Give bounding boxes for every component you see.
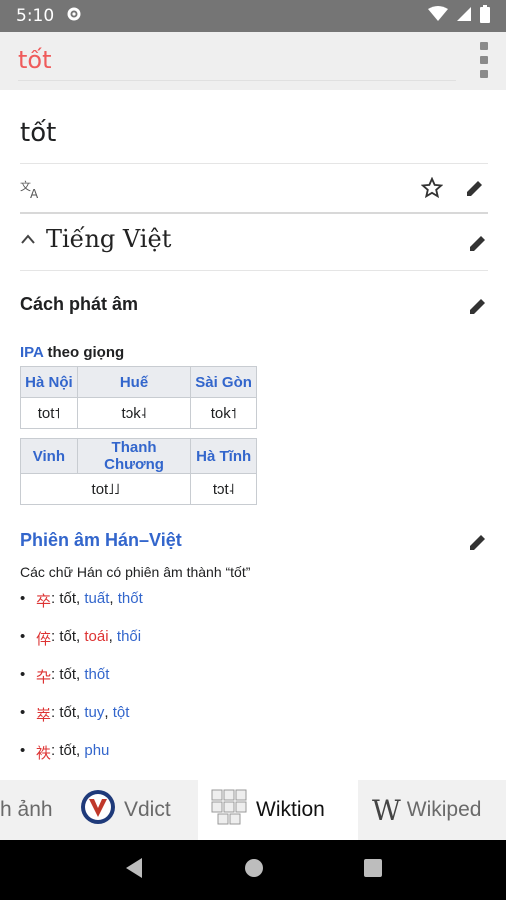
reading-text: : tốt, xyxy=(51,666,85,683)
table-header[interactable]: Huế xyxy=(76,366,192,398)
table-cell: tɔk˨ xyxy=(76,397,192,429)
recents-icon[interactable] xyxy=(364,858,382,882)
wifi-icon xyxy=(428,5,448,27)
reading-link[interactable]: tuy xyxy=(84,704,104,721)
han-character-link[interactable]: 崒 xyxy=(36,704,51,725)
search-bar: tốt xyxy=(0,32,506,90)
tab-vdict[interactable]: Vdict xyxy=(72,780,198,840)
edit-icon[interactable] xyxy=(468,532,488,557)
reading-link[interactable]: thối xyxy=(117,628,141,645)
divider xyxy=(20,212,488,214)
reading-link[interactable]: phu xyxy=(84,742,109,759)
table-header[interactable]: Hà Nội xyxy=(20,366,78,398)
edit-icon[interactable] xyxy=(468,233,488,258)
han-viet-description: Các chữ Hán có phiên âm thành “tốt” xyxy=(20,564,251,580)
edit-icon[interactable] xyxy=(465,178,485,203)
star-icon[interactable] xyxy=(420,176,444,204)
han-viet-heading[interactable]: Phiên âm Hán–Việt xyxy=(20,530,182,551)
table-cell: tot˦ xyxy=(20,397,78,429)
han-character-link[interactable]: 倅 xyxy=(36,628,51,649)
status-bar: 5:10 xyxy=(0,0,506,32)
list-item: • 卆: tốt, thốt xyxy=(20,666,460,704)
bullet: • xyxy=(20,628,26,645)
reading-link[interactable]: tột xyxy=(113,704,130,721)
reading-text: : tốt, xyxy=(51,742,85,759)
reading-text: : tốt, xyxy=(51,590,85,607)
list-item: • 卒: tốt, tuất, thốt xyxy=(20,590,460,628)
ipa-heading-suffix: theo giọng xyxy=(43,344,125,361)
bullet: • xyxy=(20,704,26,721)
home-icon[interactable] xyxy=(244,858,264,883)
chevron-up-icon[interactable] xyxy=(20,228,36,251)
back-icon[interactable] xyxy=(124,857,144,884)
divider xyxy=(20,270,488,271)
separator: , xyxy=(104,704,113,721)
search-input[interactable]: tốt xyxy=(18,46,52,74)
bullet: • xyxy=(20,590,26,607)
wikipedia-logo-icon: W xyxy=(372,793,401,827)
edit-icon[interactable] xyxy=(468,296,488,321)
article-content: tốt 文A Tiếng Việt Cách phát âm IPA theo … xyxy=(0,90,506,780)
tab-wiktionary[interactable]: Wiktion xyxy=(198,780,358,840)
tab-label: h ảnh xyxy=(0,798,53,821)
svg-text:A: A xyxy=(30,187,39,200)
reading-link[interactable]: tuất xyxy=(84,590,109,607)
tab-label: Vdict xyxy=(124,798,171,821)
tab-label: Wikiped xyxy=(406,798,482,821)
list-item: • 崒: tốt, tuy, tột xyxy=(20,704,460,742)
table-header[interactable]: Vinh xyxy=(20,438,78,474)
status-time: 5:10 xyxy=(16,6,55,26)
reading-text: : tốt, xyxy=(51,628,85,645)
overflow-menu-icon[interactable] xyxy=(478,42,490,78)
ipa-link[interactable]: IPA xyxy=(20,344,43,361)
list-item: • 倅: tốt, toái, thối xyxy=(20,628,460,666)
han-character-link[interactable]: 卆 xyxy=(36,666,51,687)
reading-link[interactable]: thốt xyxy=(84,666,109,683)
ipa-heading: IPA theo giọng xyxy=(20,344,124,361)
search-underline xyxy=(18,80,456,81)
table-cell: tok˦ xyxy=(190,397,257,429)
divider xyxy=(20,163,488,164)
settings-icon xyxy=(66,6,82,27)
vdict-logo-icon xyxy=(80,789,116,831)
han-character-link[interactable]: 袟 xyxy=(36,742,51,763)
page-title: tốt xyxy=(20,118,57,148)
bullet: • xyxy=(20,742,26,759)
list-item: • 袟: tốt, phu xyxy=(20,742,460,780)
ipa-table-2: Vinh Thanh Chương Hà Tĩnh tot˩˩ tɔt˨ xyxy=(19,438,257,505)
table-cell: tot˩˩ xyxy=(19,473,192,505)
table-header[interactable]: Thanh Chương xyxy=(76,438,192,474)
reading-link[interactable]: toái xyxy=(84,628,108,645)
system-nav-bar xyxy=(0,840,506,900)
translate-icon[interactable]: 文A xyxy=(20,178,44,205)
han-character-link[interactable]: 卒 xyxy=(36,590,51,611)
source-tabs: h ảnh Vdict Wiktion W Wikiped xyxy=(0,780,506,840)
table-header[interactable]: Hà Tĩnh xyxy=(190,438,257,474)
pronunciation-heading: Cách phát âm xyxy=(20,294,139,314)
separator: , xyxy=(108,628,117,645)
language-section-header[interactable]: Tiếng Việt xyxy=(20,225,171,253)
separator: , xyxy=(109,590,118,607)
battery-icon xyxy=(480,4,490,28)
ipa-table-1: Hà Nội Huế Sài Gòn tot˦ tɔk˨ tok˦ xyxy=(20,366,257,429)
han-viet-list: • 卒: tốt, tuất, thốt • 倅: tốt, toái, thối • 卆… xyxy=(20,590,460,780)
wiktionary-logo-icon xyxy=(210,788,248,832)
reading-text: : tốt, xyxy=(51,704,85,721)
tab-wikipedia[interactable]: W Wikiped xyxy=(358,780,506,840)
table-header[interactable]: Sài Gòn xyxy=(190,366,257,398)
bullet: • xyxy=(20,666,26,683)
reading-link[interactable]: thốt xyxy=(118,590,143,607)
signal-icon xyxy=(456,6,472,27)
tab-label: Wiktion xyxy=(256,798,325,821)
tab-images[interactable]: h ảnh xyxy=(0,780,72,840)
language-name: Tiếng Việt xyxy=(46,225,172,253)
table-cell: tɔt˨ xyxy=(190,473,257,505)
